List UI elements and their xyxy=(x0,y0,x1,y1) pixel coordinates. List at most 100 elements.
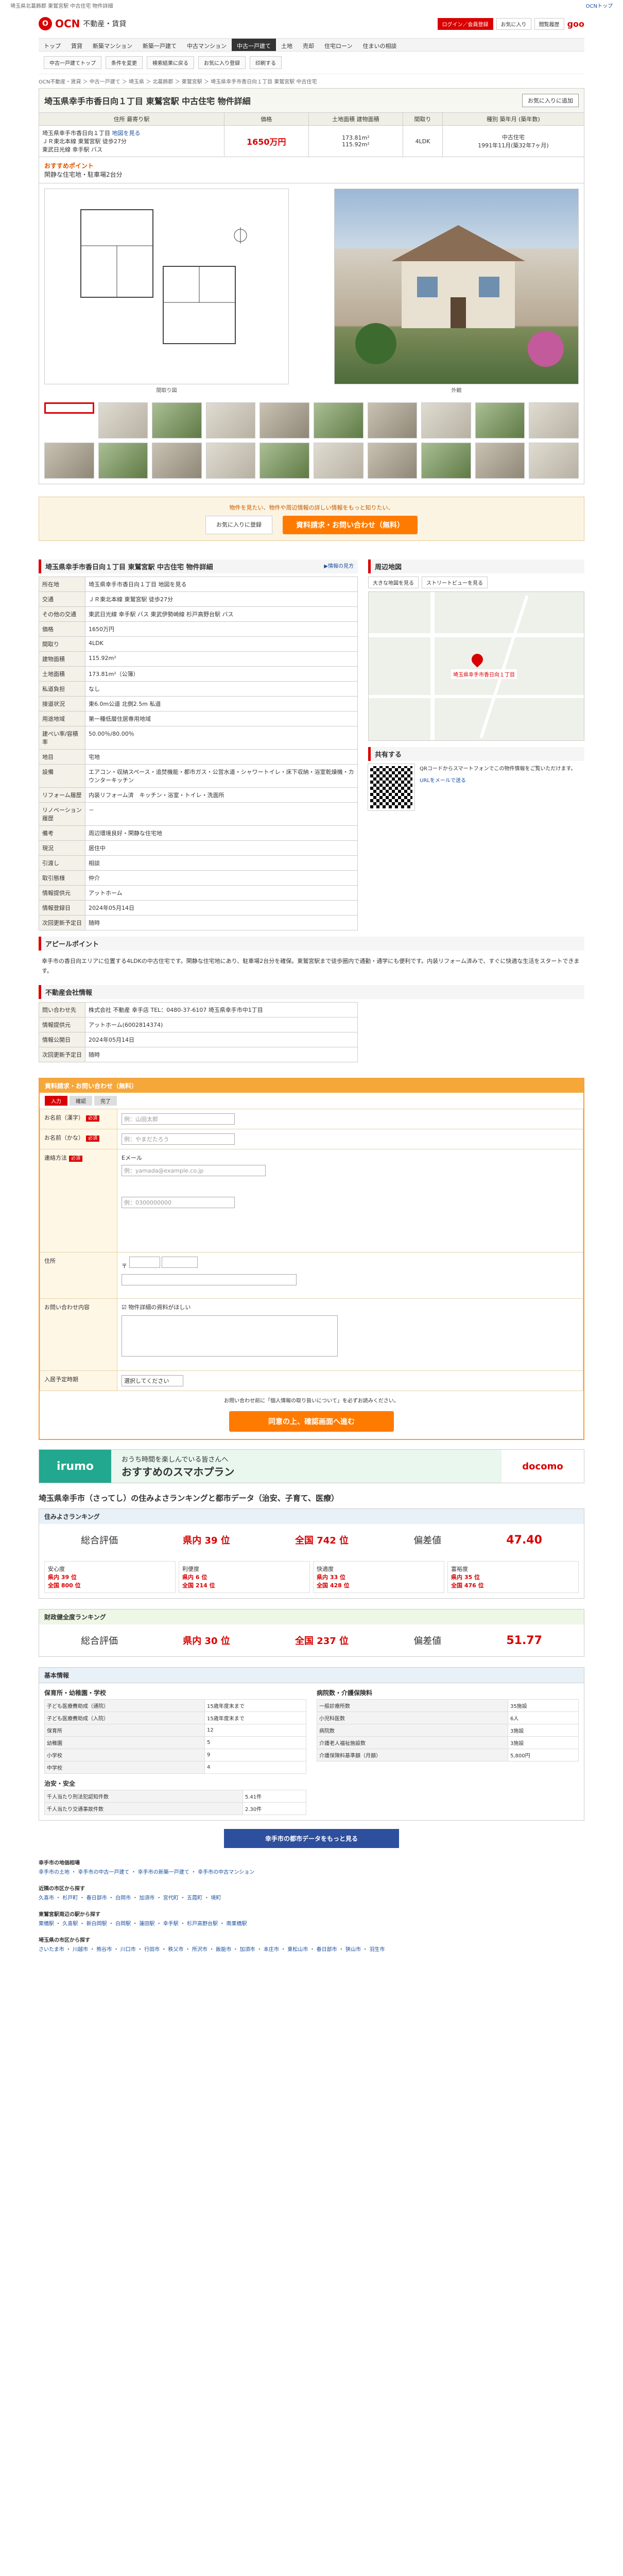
thumbnail[interactable] xyxy=(529,443,579,479)
thumbnail[interactable] xyxy=(44,402,94,414)
partner-logo[interactable]: goo xyxy=(567,19,584,29)
required-badge: 必須 xyxy=(86,1136,100,1142)
detail-value: － xyxy=(85,802,358,826)
detail-value: 内装リフォーム済 キッチン・浴室・トイレ・洗面所 xyxy=(85,787,358,803)
thumbnail[interactable] xyxy=(98,402,148,438)
address-input[interactable] xyxy=(122,1274,297,1286)
detail-section-head: 埼玉県幸手市香日向１丁目 東鷲宮駅 中古住宅 物件詳細 ▶情報の見方 xyxy=(39,560,358,573)
history-button[interactable]: 閲覧履歴 xyxy=(534,18,564,30)
ad-brand: irumo xyxy=(39,1450,111,1483)
subnav-add-favorite[interactable]: お気に入り登録 xyxy=(198,56,246,69)
company-value: アットホーム(6002814374) xyxy=(85,1017,358,1033)
summary-map-link[interactable]: 地図を見る xyxy=(112,130,141,137)
fin-overall-label: 総合評価 xyxy=(81,1636,118,1647)
rank-cell-safety: 安心度 県内 39 位全国 800 位 xyxy=(44,1561,176,1594)
thumbnail[interactable] xyxy=(44,443,94,479)
nav-item-consult[interactable]: 住まいの相談 xyxy=(357,39,402,51)
detail-key: その他の交通 xyxy=(39,606,85,622)
thumbnail[interactable] xyxy=(313,443,364,479)
link-group: 近隣の市区から探す 久喜市 ・ 杉戸町 ・ 春日部市 ・ 白岡市 ・ 加須市 ・ … xyxy=(39,1884,584,1903)
name-kana-input[interactable]: 例：やまだたろう xyxy=(122,1133,235,1145)
detail-value: 宅地 xyxy=(85,749,358,765)
thumbnail[interactable] xyxy=(259,402,309,438)
detail-value: 東武日光線 幸手駅 バス 東武伊勢崎線 杉戸高野台駅 バス xyxy=(85,606,358,622)
subnav-print[interactable]: 印刷する xyxy=(250,56,282,69)
nav-item-new-house[interactable]: 新築一戸建て xyxy=(137,39,182,51)
pr-box: おすすめポイント 閑静な住宅地・駐車場2台分 xyxy=(39,157,584,183)
summary-table: 住所 最寄り駅 価格 土地面積 建物面積 間取り 種別 築年月 (築年数) 埼玉… xyxy=(39,112,585,157)
thumbnail[interactable] xyxy=(205,443,256,479)
link-group-links[interactable]: 栗橋駅 ・ 久喜駅 ・ 新白岡駅 ・ 白岡駅 ・ 蓮田駅 ・ 幸手駅 ・ 杉戸高… xyxy=(39,1920,584,1928)
cta-inquiry-button[interactable]: 資料請求・お問い合わせ（無料） xyxy=(283,516,418,534)
ad-carrier-logo: docomo xyxy=(501,1450,584,1483)
nav-item-new-mansion[interactable]: 新築マンション xyxy=(88,39,137,51)
subnav-change-condition[interactable]: 条件を変更 xyxy=(106,56,143,69)
street-view-button[interactable]: ストリートビューを見る xyxy=(422,577,488,588)
nav-item-rent[interactable]: 賃貸 xyxy=(66,39,88,51)
move-in-select[interactable]: 選択してください xyxy=(122,1375,183,1387)
subnav-used-house-top[interactable]: 中古一戸建てトップ xyxy=(44,56,101,69)
thumbnail[interactable] xyxy=(421,443,471,479)
site-logo[interactable]: O OCN 不動産・賃貸 xyxy=(39,17,126,30)
zip-input-2[interactable] xyxy=(162,1257,198,1268)
more-city-data-button[interactable]: 幸手市の都市データをもっと見る xyxy=(224,1829,399,1849)
inquiry-textarea[interactable] xyxy=(122,1315,338,1357)
favorites-button[interactable]: お気に入り xyxy=(496,18,531,30)
detail-value: 相談 xyxy=(85,855,358,871)
school-value: 15歳年度末まで xyxy=(204,1711,307,1725)
area-map[interactable]: 埼玉県幸手市香日向１丁目 xyxy=(368,591,584,741)
inquiry-checkbox[interactable]: ☑ 物件詳細の資料がほしい xyxy=(122,1304,191,1311)
detail-key: 引渡し xyxy=(39,855,85,871)
step-confirm: 確認 xyxy=(70,1096,92,1106)
thumbnail[interactable] xyxy=(98,443,148,479)
how-to-read-link[interactable]: ▶情報の見方 xyxy=(324,562,354,571)
detail-key: 設備 xyxy=(39,764,85,788)
thumbnail[interactable] xyxy=(152,443,202,479)
ocn-top-link[interactable]: OCNトップ xyxy=(586,2,613,9)
link-group-links[interactable]: 幸手市の土地 ・ 幸手市の中古一戸建て ・ 幸手市の新築一戸建て ・ 幸手市の中… xyxy=(39,1868,584,1877)
zip-input-1[interactable] xyxy=(129,1257,160,1268)
advertisement-banner[interactable]: irumo おうち時間を楽しんでいる皆さんへ おすすめのスマホプラン docom… xyxy=(39,1449,584,1484)
rank-cell-national: 全国 214 位 xyxy=(182,1582,215,1589)
thumbnail[interactable] xyxy=(529,402,579,438)
nav-item-loan[interactable]: 住宅ローン xyxy=(319,39,357,51)
subnav-back-to-results[interactable]: 検索結果に戻る xyxy=(147,56,194,69)
cta-favorite-button[interactable]: お気に入りに登録 xyxy=(205,516,272,534)
large-map-button[interactable]: 大きな地図を見る xyxy=(368,577,419,588)
thumbnail[interactable] xyxy=(152,402,202,438)
link-group-links[interactable]: さいたま市 ・ 川越市 ・ 熊谷市 ・ 川口市 ・ 行田市 ・ 秩父市 ・ 所沢… xyxy=(39,1945,584,1954)
form-label-address: 住所 xyxy=(44,1258,56,1265)
thumbnail[interactable] xyxy=(205,402,256,438)
company-key: 情報提供元 xyxy=(39,1017,85,1033)
confirm-submit-button[interactable]: 同意の上、確認画面へ進む xyxy=(229,1411,394,1432)
nav-item-top[interactable]: トップ xyxy=(39,39,66,51)
exterior-photo[interactable] xyxy=(334,189,579,384)
phone-input[interactable]: 例：0300000000 xyxy=(122,1197,235,1209)
breadcrumb[interactable]: OCN不動産・賃貸 ＞ 中古一戸建て ＞ 埼玉県 ＞ 北葛飾郡 ＞ 東鷲宮駅 ＞… xyxy=(39,74,584,88)
nav-item-used-mansion[interactable]: 中古マンション xyxy=(182,39,232,51)
school-key: 中学校 xyxy=(44,1761,205,1774)
thumbnail[interactable] xyxy=(313,402,364,438)
name-kanji-input[interactable]: 例：山田太郎 xyxy=(122,1113,235,1125)
thumbnail[interactable] xyxy=(475,443,525,479)
nav-item-sell[interactable]: 売却 xyxy=(298,39,319,51)
link-group-title: 東鷲宮駅周辺の駅から探す xyxy=(39,1912,100,1918)
summary-address: 埼玉県幸手市香日向１丁目 xyxy=(42,130,110,137)
floor-plan-image[interactable] xyxy=(44,189,289,384)
link-group-links[interactable]: 久喜市 ・ 杉戸町 ・ 春日部市 ・ 白岡市 ・ 加須市 ・ 宮代町 ・ 五霞町… xyxy=(39,1894,584,1903)
thumbnail[interactable] xyxy=(367,402,418,438)
detail-value: 仲介 xyxy=(85,870,358,886)
logo-text: OCN xyxy=(55,18,80,30)
nav-item-used-house[interactable]: 中古一戸建て xyxy=(232,39,276,51)
thumbnail[interactable] xyxy=(367,443,418,479)
thumbnail[interactable] xyxy=(259,443,309,479)
thumbnail[interactable] xyxy=(475,402,525,438)
member-button[interactable]: ログイン／会員登録 xyxy=(437,18,493,30)
thumbnail[interactable] xyxy=(421,402,471,438)
email-url-link[interactable]: URLをメールで送る xyxy=(420,776,576,784)
nav-item-land[interactable]: 土地 xyxy=(276,39,298,51)
email-input[interactable]: 例：yamada@example.co.jp xyxy=(122,1165,266,1177)
hospital-head: 病院数・介護保険料 xyxy=(317,1689,373,1697)
privacy-note[interactable]: お問い合わせ前に「個人情報の取り扱いについて」を必ずお読みください。 xyxy=(40,1396,583,1404)
add-favorite-button[interactable]: お気に入りに追加 xyxy=(522,94,579,107)
